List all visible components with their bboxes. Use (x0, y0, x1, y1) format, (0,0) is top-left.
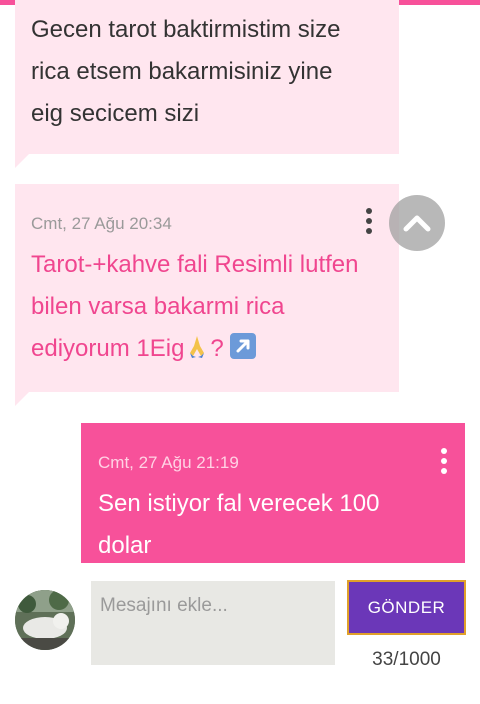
kebab-dot (441, 468, 447, 474)
message-line: dolar (98, 532, 152, 559)
send-button[interactable]: GÖNDER (347, 580, 466, 635)
message-input[interactable] (91, 581, 335, 665)
bubble-tail (15, 392, 29, 406)
scroll-to-top-button[interactable] (389, 195, 445, 251)
message-menu-button[interactable] (359, 205, 379, 237)
message-line-text: ediyorum 1Eig (31, 335, 185, 362)
chevron-up-icon (403, 215, 431, 232)
message-bubble-outgoing: Cmt, 27 Ağu 21:19 Sen istiyor fal verece… (81, 423, 465, 563)
message-line: rica etsem bakarmisiniz yine (31, 58, 333, 85)
kebab-dot (441, 458, 447, 464)
message-bubble-incoming: Cmt, 27 Ağu 20:34 Tarot-+kahve fali Resi… (15, 184, 399, 392)
message-line: Tarot-+kahve fali Resimli lutfen (31, 251, 359, 278)
avatar-image (15, 590, 75, 650)
character-counter: 33/1000 (372, 649, 441, 670)
arrow-up-right-icon (230, 333, 257, 359)
message-line-text: ? (210, 335, 224, 362)
avatar (15, 590, 75, 650)
bubble-tail (15, 154, 29, 168)
kebab-dot (366, 218, 372, 224)
message-text: Gecen tarot baktirmistim size rica etsem… (31, 9, 383, 135)
message-line: Sen istiyor fal verecek 100 (98, 490, 380, 517)
folded-hands-icon (184, 331, 210, 358)
message-text: Sen istiyor fal verecek 100 dolar (98, 483, 448, 567)
message-line: Gecen tarot baktirmistim size (31, 16, 341, 43)
more-vertical-icon (366, 208, 372, 214)
message-text: Tarot-+kahve fali Resimli lutfen bilen v… (31, 244, 383, 370)
message-menu-button[interactable] (434, 445, 454, 477)
more-vertical-icon (441, 448, 447, 454)
message-line: bilen varsa bakarmi rica (31, 293, 285, 320)
message-line: eig secicem sizi (31, 100, 200, 127)
message-bubble-incoming: Gecen tarot baktirmistim size rica etsem… (15, 0, 399, 154)
kebab-dot (366, 228, 372, 234)
message-timestamp: Cmt, 27 Ağu 20:34 (31, 214, 172, 233)
message-line: ediyorum 1Eig ? (31, 328, 383, 370)
message-timestamp: Cmt, 27 Ağu 21:19 (98, 453, 239, 472)
